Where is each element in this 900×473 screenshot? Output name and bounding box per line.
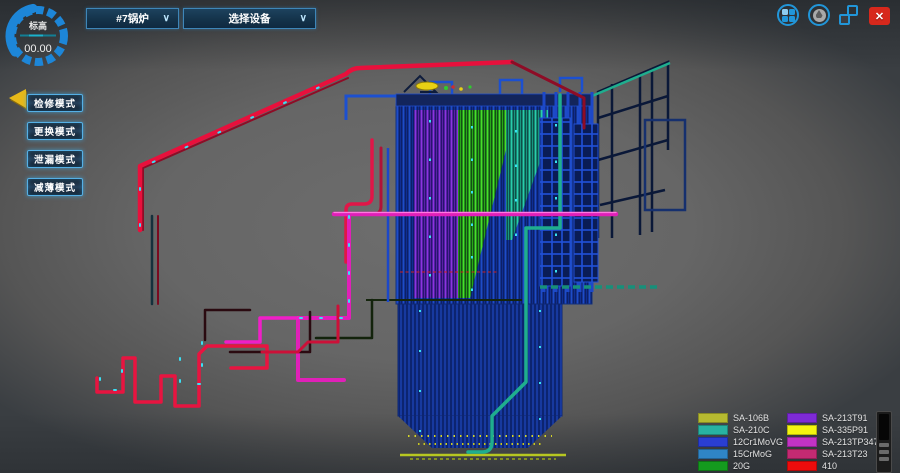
chevron-down-icon: ∨ — [300, 13, 307, 24]
legend-swatch — [698, 461, 728, 471]
legend-swatch — [698, 425, 728, 435]
boiler-select-value: #7锅炉 — [116, 11, 149, 26]
mode-button-replace[interactable]: 更换模式 — [27, 122, 83, 140]
legend-label: 410 — [822, 461, 837, 471]
legend-item: SA-335P91 — [787, 425, 868, 435]
scrollbar-notch — [879, 443, 889, 447]
lower-bundle — [398, 304, 566, 459]
gauge-divider-highlight — [29, 35, 43, 37]
legend-label: SA-106B — [733, 413, 769, 423]
legend-label: SA-213T91 — [822, 413, 868, 423]
legend-swatch — [698, 437, 728, 447]
lower-left-pipe-network — [97, 300, 372, 406]
legend-item: 20G — [698, 461, 750, 471]
crimson-feeders — [152, 140, 381, 304]
legend-label: 12Cr1MoVG — [733, 437, 783, 447]
boiler-3d-app: 标高 00.00 #7锅炉 ∨ 选择设备 ∨ ✕ 检修模式 更换模式 泄漏模式 … — [0, 0, 900, 473]
legend-label: 15CrMoG — [733, 449, 772, 459]
legend-swatch — [787, 461, 817, 471]
legend-item: SA-210C — [698, 425, 770, 435]
gauge-value: 00.00 — [24, 43, 52, 55]
legend-swatch — [698, 413, 728, 423]
legend-label: 20G — [733, 461, 750, 471]
elevation-gauge: 标高 00.00 — [3, 1, 73, 71]
legend-item: SA-213T91 — [787, 413, 868, 423]
gauge-label: 标高 — [28, 20, 47, 31]
legend-swatch — [787, 425, 817, 435]
mode-button-thinning[interactable]: 减薄模式 — [27, 178, 83, 196]
device-select-value: 选择设备 — [229, 11, 271, 26]
boiler-select-dropdown[interactable]: #7锅炉 ∨ — [86, 8, 179, 29]
scrollbar-notch — [879, 450, 889, 454]
close-button[interactable]: ✕ — [869, 7, 890, 25]
droplet-icon — [813, 9, 826, 22]
legend-item: 410 — [787, 461, 837, 471]
panel-collapse-arrow-icon[interactable] — [9, 89, 26, 108]
boiler-3d-viewport[interactable] — [0, 0, 900, 473]
legend-swatch — [698, 449, 728, 459]
color-grid-icon — [782, 9, 795, 22]
legend-item: SA-213T23 — [787, 449, 868, 459]
color-grid-button[interactable] — [777, 4, 799, 26]
legend-item: 12Cr1MoVG — [698, 437, 783, 447]
legend-item: 15CrMoG — [698, 449, 772, 459]
legend-item: SA-213TP347H — [787, 437, 885, 447]
legend-swatch — [787, 437, 817, 447]
legend-label: SA-210C — [733, 425, 770, 435]
legend-swatch — [787, 449, 817, 459]
legend-scrollbar-thumb[interactable] — [879, 414, 889, 440]
legend-label: SA-335P91 — [822, 425, 868, 435]
device-select-dropdown[interactable]: 选择设备 ∨ — [183, 8, 316, 29]
yellow-fitting — [416, 82, 438, 90]
chevron-down-icon: ∨ — [163, 13, 170, 24]
teal-brace — [592, 63, 670, 96]
layers-icon-front — [839, 14, 850, 25]
legend-swatch — [787, 413, 817, 423]
legend-item: SA-106B — [698, 413, 769, 423]
droplet-button[interactable] — [808, 4, 830, 26]
mode-button-leak[interactable]: 泄漏模式 — [27, 150, 83, 168]
layers-button[interactable] — [838, 5, 859, 25]
legend-scrollbar[interactable] — [876, 411, 892, 473]
close-icon: ✕ — [875, 10, 884, 23]
scrollbar-notch — [879, 457, 889, 461]
mode-button-overhaul[interactable]: 检修模式 — [27, 94, 83, 112]
top-specks — [444, 85, 472, 91]
legend-label: SA-213T23 — [822, 449, 868, 459]
